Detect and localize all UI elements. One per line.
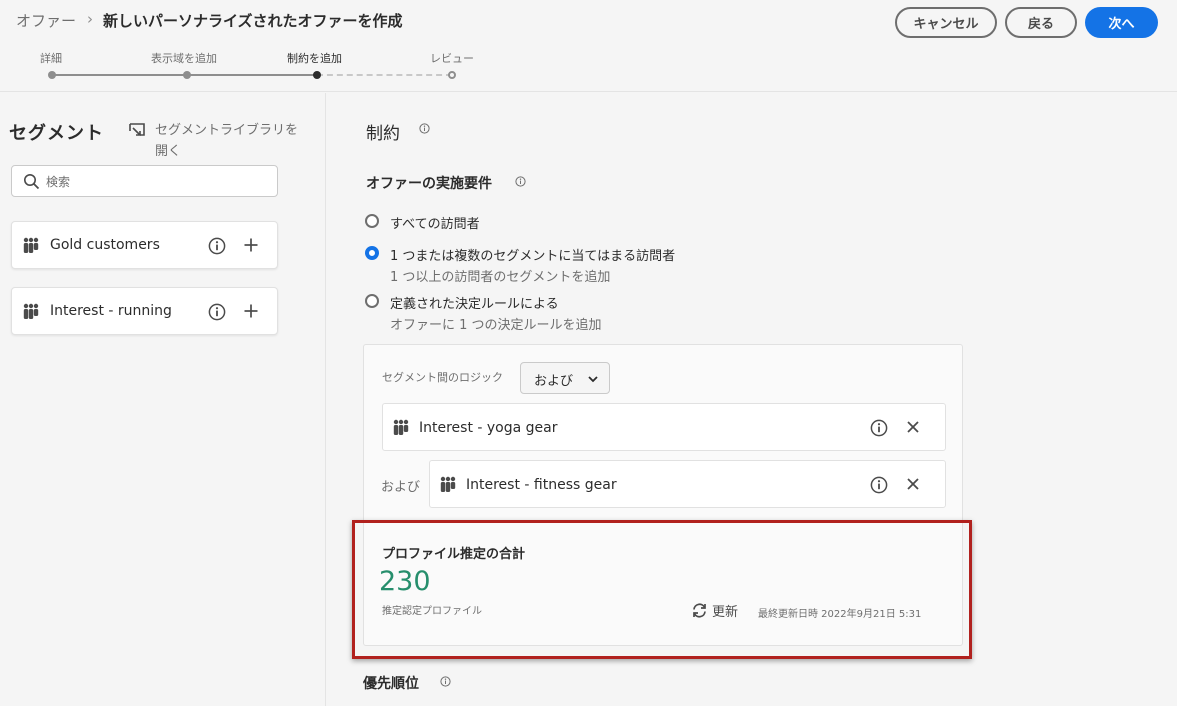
radio-description-segments: 1 つ以上の訪問者のセグメントを追加 (390, 270, 611, 285)
segments-panel-title: セグメント (9, 123, 104, 144)
profile-estimate-value: 230 (379, 566, 431, 597)
segment-name: Interest - running (50, 303, 172, 319)
radio-label-segments[interactable]: 1 つまたは複数のセグメントに当てはまる訪問者 (390, 245, 675, 264)
eligibility-heading: オファーの実施要件 (366, 176, 492, 192)
info-icon[interactable] (419, 123, 430, 134)
search-input[interactable] (46, 172, 266, 192)
info-icon[interactable] (208, 237, 226, 255)
search-icon (24, 174, 40, 190)
breadcrumb-parent[interactable]: オファー (16, 10, 76, 31)
refresh-button[interactable]: 更新 (712, 601, 738, 620)
info-icon[interactable] (870, 476, 888, 494)
priority-heading: 優先順位 (363, 676, 419, 692)
segment-card[interactable]: Gold customers (11, 221, 278, 269)
segment-card[interactable]: Interest - running (11, 287, 278, 335)
chevron-down-icon (588, 376, 598, 383)
open-segment-library-link[interactable]: セグメントライブラリを開く (155, 120, 300, 162)
segment-search[interactable] (11, 165, 278, 197)
selected-segment-name: Interest - fitness gear (466, 477, 617, 493)
add-icon[interactable] (243, 303, 259, 319)
segment-name: Gold customers (50, 237, 160, 253)
radio-decision-rule[interactable] (365, 294, 379, 308)
selected-segment-row: Interest - fitness gear (429, 460, 946, 508)
radio-label-decision-rule[interactable]: 定義された決定ルールによる (390, 293, 559, 312)
audience-icon (23, 237, 39, 253)
step-label-placements[interactable]: 表示域を追加 (151, 50, 217, 66)
info-icon[interactable] (515, 176, 526, 187)
last-updated-timestamp: 最終更新日時 2022年9月21日 5:31 (758, 609, 922, 620)
info-icon[interactable] (440, 676, 451, 687)
info-icon[interactable] (870, 419, 888, 437)
step-dot-review[interactable] (448, 71, 456, 79)
constraints-heading: 制約 (366, 124, 400, 144)
breadcrumb-separator: › (87, 10, 93, 28)
stepper-remaining-line (317, 74, 452, 76)
step-label-constraints[interactable]: 制約を追加 (287, 50, 342, 66)
audience-icon (23, 303, 39, 319)
radio-description-decision-rule: オファーに 1 つの決定ルールを追加 (390, 318, 602, 333)
radio-all-visitors[interactable] (365, 214, 379, 228)
profile-estimate-title: プロファイル推定の合計 (382, 547, 526, 562)
selected-segment-row: Interest - yoga gear (382, 403, 946, 451)
audience-icon (393, 419, 409, 435)
step-label-review[interactable]: レビュー (430, 50, 474, 66)
back-button[interactable]: 戻る (1005, 7, 1077, 38)
page-header: オファー › 新しいパーソナライズされたオファーを作成 キャンセル 戻る 次へ … (0, 0, 1177, 92)
info-icon[interactable] (208, 303, 226, 321)
add-icon[interactable] (243, 237, 259, 253)
cancel-button[interactable]: キャンセル (895, 7, 997, 38)
refresh-icon[interactable] (691, 602, 708, 619)
segment-logic-value: および (534, 374, 574, 389)
open-library-icon[interactable] (128, 123, 146, 139)
profile-estimate-highlight (352, 520, 972, 659)
step-dot-constraints[interactable] (313, 71, 321, 79)
step-label-details[interactable]: 詳細 (40, 50, 62, 66)
profile-estimate-subtitle: 推定認定プロファイル (382, 606, 482, 617)
and-operator-label: および (381, 480, 421, 495)
segment-logic-label: セグメント間のロジック (382, 371, 503, 384)
close-icon[interactable] (906, 477, 920, 491)
segment-logic-dropdown[interactable]: および (520, 362, 610, 394)
close-icon[interactable] (906, 420, 920, 434)
step-dot-details[interactable] (48, 71, 56, 79)
audience-icon (440, 476, 456, 492)
radio-label-all-visitors[interactable]: すべての訪問者 (390, 213, 480, 232)
step-dot-placements[interactable] (183, 71, 191, 79)
page-title: 新しいパーソナライズされたオファーを作成 (103, 12, 403, 30)
selected-segment-name: Interest - yoga gear (419, 420, 558, 436)
next-button[interactable]: 次へ (1085, 7, 1158, 38)
radio-segments[interactable] (365, 246, 379, 260)
